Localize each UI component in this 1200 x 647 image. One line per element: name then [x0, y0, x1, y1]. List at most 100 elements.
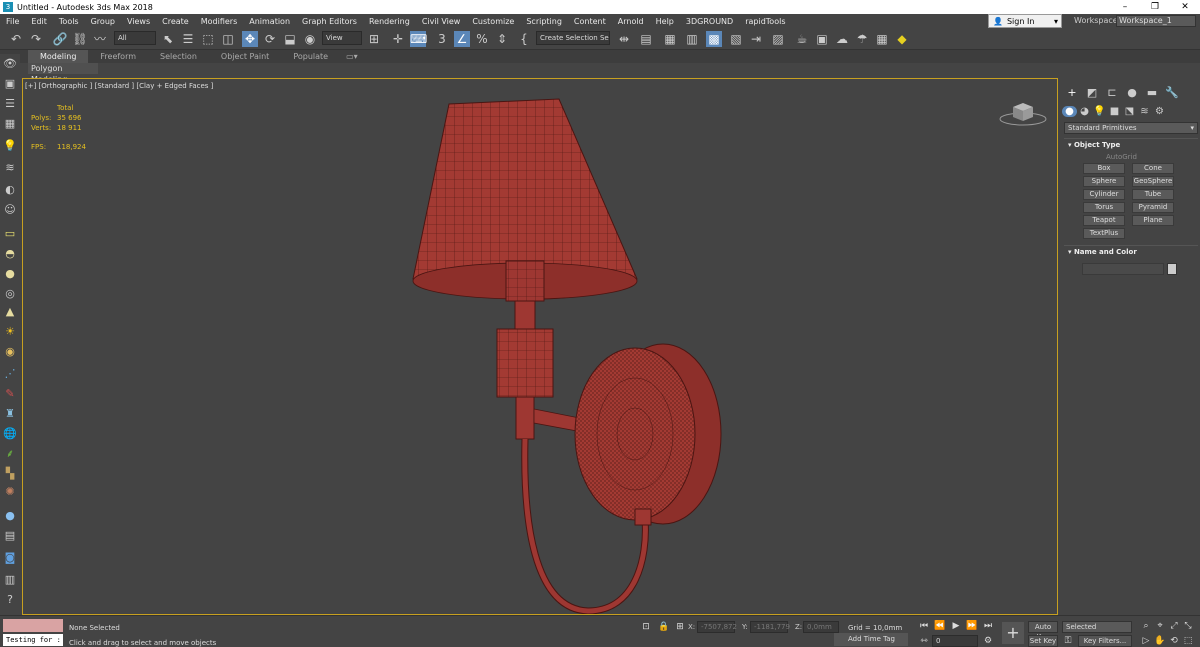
- pyramid-button[interactable]: Pyramid: [1132, 202, 1174, 213]
- space-warps-category-icon[interactable]: ≋: [1137, 106, 1152, 117]
- rain-icon[interactable]: ⋰: [2, 366, 18, 382]
- maxscript-listener[interactable]: [3, 619, 63, 632]
- geometry-category-icon[interactable]: ●: [1062, 105, 1077, 117]
- sun-icon[interactable]: ☀: [2, 324, 18, 340]
- bind-space-warp-icon[interactable]: 〰: [92, 31, 108, 47]
- material-editor-icon[interactable]: ▨: [770, 31, 786, 47]
- zoom-all-icon[interactable]: ⌖: [1154, 620, 1166, 632]
- object-type-rollout[interactable]: ▾ Object Type: [1064, 138, 1198, 151]
- tab-modeling[interactable]: Modeling: [28, 50, 89, 63]
- select-by-name-icon[interactable]: ☰: [180, 31, 196, 47]
- link-icon[interactable]: 🔗: [52, 31, 68, 47]
- key-mode-icon[interactable]: ⇿: [918, 635, 930, 647]
- sign-in-button[interactable]: 👤 Sign In ▾: [988, 14, 1062, 28]
- go-to-start-icon[interactable]: ⏮: [918, 620, 930, 632]
- z-coordinate-input[interactable]: 0,0mm: [803, 621, 839, 633]
- box-button[interactable]: Box: [1083, 163, 1125, 174]
- lamp-icon[interactable]: ◉: [2, 344, 18, 360]
- grass-icon[interactable]: ⸙: [2, 446, 18, 462]
- perspective-viewport[interactable]: [+] [Orthographic ] [Standard ] [Clay + …: [22, 78, 1058, 615]
- align-icon[interactable]: ▤: [638, 31, 654, 47]
- curve-editor-icon[interactable]: ▧: [728, 31, 744, 47]
- next-frame-icon[interactable]: ⏩: [966, 620, 978, 632]
- motion-tab-icon[interactable]: ●: [1122, 86, 1142, 99]
- menu-modifiers[interactable]: Modifiers: [195, 17, 244, 26]
- layers-icon[interactable]: ▥: [2, 572, 18, 588]
- dome-icon[interactable]: ◓: [2, 246, 18, 262]
- mirror-icon[interactable]: ⇹: [616, 31, 632, 47]
- script-icon[interactable]: ◆: [894, 31, 910, 47]
- globe-icon[interactable]: 🌐: [2, 426, 18, 442]
- menu-help[interactable]: Help: [650, 17, 680, 26]
- menu-edit[interactable]: Edit: [25, 17, 53, 26]
- tab-object-paint[interactable]: Object Paint: [209, 50, 281, 63]
- cylinder-button[interactable]: Cylinder: [1083, 189, 1125, 200]
- key-filters-button[interactable]: Key Filters...: [1078, 635, 1132, 647]
- spinner-snap-icon[interactable]: ⇕: [494, 31, 510, 47]
- geosphere-button[interactable]: GeoSphere: [1132, 176, 1174, 187]
- menu-content[interactable]: Content: [568, 17, 612, 26]
- render-iterative-icon[interactable]: ☂: [854, 31, 870, 47]
- shapes-category-icon[interactable]: ◕: [1077, 106, 1092, 117]
- redo-icon[interactable]: ↷: [28, 31, 44, 47]
- plane-button[interactable]: Plane: [1132, 215, 1174, 226]
- modify-tab-icon[interactable]: ◩: [1082, 86, 1102, 99]
- minimize-button[interactable]: –: [1110, 2, 1140, 12]
- camera-icon[interactable]: ◙: [2, 550, 18, 566]
- tube-button[interactable]: Tube: [1132, 189, 1174, 200]
- textplus-button[interactable]: TextPlus: [1083, 228, 1125, 239]
- maxscript-mini-listener[interactable]: Testing for :: [3, 634, 63, 646]
- cone-icon[interactable]: ▲: [2, 304, 18, 320]
- render-setup-icon[interactable]: ☕: [794, 31, 810, 47]
- name-and-color-rollout[interactable]: ▾ Name and Color: [1064, 245, 1198, 258]
- set-key-button[interactable]: Set Key: [1028, 635, 1058, 647]
- go-to-end-icon[interactable]: ⏭: [982, 620, 994, 632]
- y-coordinate-input[interactable]: -1181,779: [750, 621, 790, 633]
- named-selection-set-dropdown[interactable]: Create Selection Se: [536, 31, 610, 45]
- snaps-toggle-icon[interactable]: 3: [434, 31, 450, 47]
- menu-arnold[interactable]: Arnold: [612, 17, 650, 26]
- tab-populate[interactable]: Populate: [281, 50, 340, 63]
- robot-icon[interactable]: ♜: [2, 406, 18, 422]
- pan-view-icon[interactable]: ✋: [1154, 635, 1166, 647]
- lights-category-icon[interactable]: 💡: [1092, 106, 1107, 117]
- audio-icon[interactable]: ◐: [2, 182, 18, 198]
- set-key-big-icon[interactable]: +: [1002, 622, 1024, 644]
- sculpt-icon[interactable]: ✺: [2, 484, 18, 500]
- helpers-category-icon[interactable]: ⬔: [1122, 106, 1137, 117]
- menu-graph-editors[interactable]: Graph Editors: [296, 17, 363, 26]
- rectangle-selection-icon[interactable]: ⬚: [200, 31, 216, 47]
- utilities-tab-icon[interactable]: 🔧: [1162, 86, 1182, 99]
- primitive-category-dropdown[interactable]: Standard Primitives ▾: [1064, 122, 1198, 134]
- previous-frame-icon[interactable]: ⏪: [934, 620, 946, 632]
- menu-3dground[interactable]: 3DGROUND: [680, 17, 739, 26]
- tab-freeform[interactable]: Freeform: [88, 50, 148, 63]
- material-ball-icon[interactable]: ●: [2, 508, 18, 524]
- systems-category-icon[interactable]: ⚙: [1152, 106, 1167, 117]
- cameras-category-icon[interactable]: ■: [1107, 106, 1122, 117]
- selection-filter-dropdown[interactable]: All: [114, 31, 156, 45]
- x-coordinate-input[interactable]: -7507,872: [697, 621, 737, 633]
- wind-icon[interactable]: ≋: [2, 160, 18, 176]
- people-icon[interactable]: ☺: [2, 202, 18, 218]
- render-production-icon[interactable]: ☁: [834, 31, 850, 47]
- ribbon-polygon-modeling[interactable]: Polygon Modeling: [28, 63, 98, 84]
- autogrid-checkbox[interactable]: AutoGrid: [1106, 153, 1137, 161]
- zoom-icon[interactable]: ⌕: [1140, 620, 1152, 632]
- menu-scripting[interactable]: Scripting: [520, 17, 568, 26]
- maximize-viewport-icon[interactable]: ⬚: [1182, 635, 1194, 647]
- orbit-icon[interactable]: ⟲: [1168, 635, 1180, 647]
- object-color-swatch[interactable]: [1167, 263, 1177, 275]
- workspace-select[interactable]: Workspace_1: [1116, 15, 1196, 27]
- unlink-icon[interactable]: ⛓: [72, 31, 88, 47]
- key-selection-dropdown[interactable]: Selected: [1062, 621, 1132, 633]
- viewcube[interactable]: [998, 99, 1048, 129]
- cone-button[interactable]: Cone: [1132, 163, 1174, 174]
- play-icon[interactable]: ▶: [950, 620, 962, 632]
- keyboard-shortcut-override-icon[interactable]: ⌨: [410, 31, 427, 47]
- current-frame-input[interactable]: 0: [932, 635, 978, 647]
- menu-customize[interactable]: Customize: [466, 17, 520, 26]
- auto-key-button[interactable]: Auto Key: [1028, 621, 1058, 641]
- render-online-icon[interactable]: ▦: [874, 31, 890, 47]
- menu-rendering[interactable]: Rendering: [363, 17, 416, 26]
